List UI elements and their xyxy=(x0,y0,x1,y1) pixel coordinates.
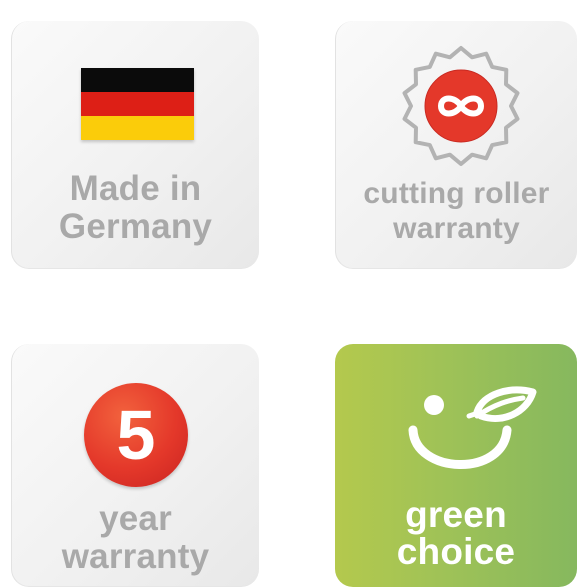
five-year-warranty-line1: year xyxy=(99,499,172,538)
made-in-germany-tile: Made in Germany xyxy=(11,21,259,269)
made-in-germany-label: Made in Germany xyxy=(12,171,259,244)
green-choice-tile: green choice xyxy=(335,344,577,587)
five-year-warranty-label: year warranty xyxy=(12,501,259,574)
green-choice-line1: green xyxy=(405,494,507,535)
leaf-smile-icon xyxy=(408,386,537,469)
cutting-roller-warranty-line2: warranty xyxy=(393,212,520,245)
made-in-germany-line2: Germany xyxy=(58,207,213,246)
cutting-roller-warranty-tile: cutting roller warranty xyxy=(335,21,577,269)
infinity-seal-icon xyxy=(402,46,520,166)
number-badge-icon: 5 xyxy=(84,383,188,487)
five-year-warranty-tile: 5 year warranty xyxy=(11,344,259,587)
green-choice-line2: choice xyxy=(396,531,516,572)
five-year-warranty-line2: warranty xyxy=(61,537,210,576)
green-choice-label: green choice xyxy=(335,496,577,570)
cutting-roller-warranty-line1: cutting roller xyxy=(363,177,550,210)
made-in-germany-line1: Made in xyxy=(69,169,202,208)
cutting-roller-warranty-label: cutting roller warranty xyxy=(336,179,577,244)
germany-flag-icon xyxy=(81,68,194,140)
